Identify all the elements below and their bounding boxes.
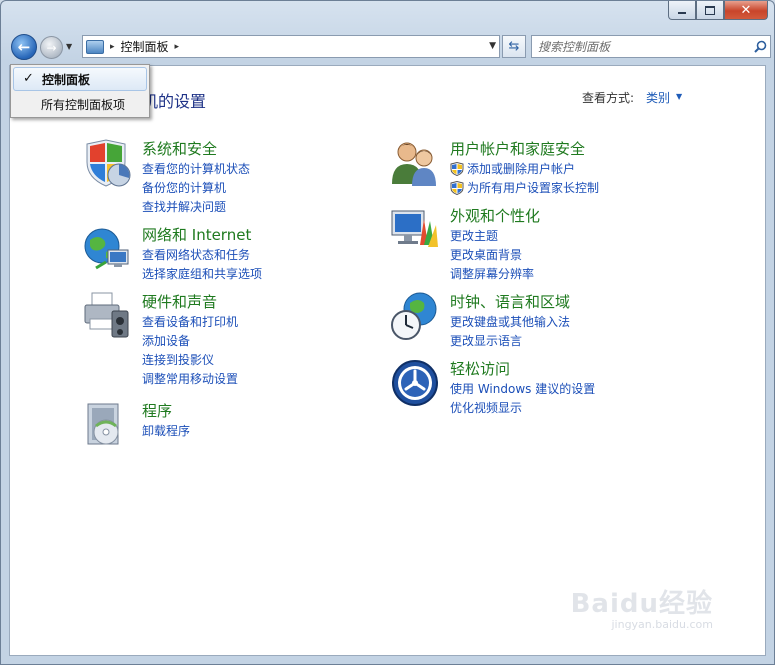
arrow-left-icon: ← bbox=[17, 38, 31, 56]
baidu-watermark: Baidu经验 jingyan.baidu.com bbox=[571, 583, 713, 631]
link-change-keyboard[interactable]: 更改键盘或其他输入法 bbox=[450, 312, 570, 331]
menu-item-label: 所有控制面板项 bbox=[41, 97, 126, 112]
link-text[interactable]: 为所有用户设置家长控制 bbox=[467, 179, 599, 196]
link-recommended-settings[interactable]: 使用 Windows 建议的设置 bbox=[450, 379, 595, 398]
control-panel-icon bbox=[86, 39, 104, 54]
link-uninstall-program[interactable]: 卸载程序 bbox=[142, 421, 190, 440]
uac-shield-icon bbox=[450, 161, 464, 176]
view-by-selector[interactable]: 类别 bbox=[646, 89, 670, 106]
category-title-programs[interactable]: 程序 bbox=[142, 400, 172, 421]
watermark-logo: Baidu经验 bbox=[570, 589, 713, 619]
link-change-display-language[interactable]: 更改显示语言 bbox=[450, 331, 570, 350]
search-box bbox=[531, 35, 771, 58]
view-by-label: 查看方式: bbox=[582, 91, 635, 105]
link-change-background[interactable]: 更改桌面背景 bbox=[450, 245, 534, 264]
link-optimize-display[interactable]: 优化视频显示 bbox=[450, 398, 595, 417]
link-adjust-resolution[interactable]: 调整屏幕分辨率 bbox=[450, 264, 534, 283]
search-input[interactable] bbox=[532, 36, 750, 57]
maximize-button[interactable] bbox=[696, 1, 724, 20]
link-backup-computer[interactable]: 备份您的计算机 bbox=[142, 178, 250, 197]
category-title-appearance[interactable]: 外观和个性化 bbox=[450, 205, 540, 226]
address-dropdown-icon[interactable]: ▼ bbox=[489, 41, 496, 51]
category-title-clock-language[interactable]: 时钟、语言和区域 bbox=[450, 291, 570, 312]
control-panel-window: ✕ ← → ▼ ▸ 控制面板 ▸ ▼ ⇆ 搜索控制面板 机的设置 查看方式: 类… bbox=[0, 0, 775, 665]
link-homegroup-sharing[interactable]: 选择家庭组和共享选项 bbox=[142, 264, 262, 283]
link-add-remove-accounts[interactable]: 添加或删除用户帐户 bbox=[450, 159, 599, 178]
security-shield-icon[interactable] bbox=[82, 138, 132, 188]
category-title-ease-of-access[interactable]: 轻松访问 bbox=[450, 358, 510, 379]
arrow-right-icon: → bbox=[46, 40, 57, 55]
link-change-theme[interactable]: 更改主题 bbox=[450, 226, 534, 245]
category-title-hardware-sound[interactable]: 硬件和声音 bbox=[142, 291, 217, 312]
uac-shield-icon bbox=[450, 180, 464, 195]
link-view-devices-printers[interactable]: 查看设备和打印机 bbox=[142, 312, 238, 331]
category-title-user-accounts[interactable]: 用户帐户和家庭安全 bbox=[450, 138, 585, 159]
link-parental-controls[interactable]: 为所有用户设置家长控制 bbox=[450, 178, 599, 197]
forward-button[interactable]: → bbox=[40, 36, 63, 59]
caption-buttons: ✕ bbox=[668, 1, 768, 21]
appearance-monitor-icon[interactable] bbox=[390, 205, 440, 255]
menu-item-control-panel[interactable]: ✓ 控制面板 bbox=[13, 67, 147, 91]
refresh-icon: ⇆ bbox=[508, 39, 520, 54]
link-connect-projector[interactable]: 连接到投影仪 bbox=[142, 350, 238, 369]
category-title-network-internet[interactable]: 网络和 Internet bbox=[142, 224, 251, 245]
network-globe-icon[interactable] bbox=[82, 224, 132, 274]
category-title-system-security[interactable]: 系统和安全 bbox=[142, 138, 217, 159]
content-pane: 机的设置 查看方式: 类别 ▼ 系统和安全 查看您的计算机状态 备份您的计算机 … bbox=[9, 65, 766, 656]
clock-globe-icon[interactable] bbox=[390, 291, 440, 341]
back-button[interactable]: ← bbox=[11, 34, 37, 60]
menu-item-label: 控制面板 bbox=[42, 72, 91, 87]
breadcrumb-control-panel[interactable]: 控制面板 bbox=[121, 38, 169, 55]
printer-icon[interactable] bbox=[82, 291, 132, 341]
link-mobility-settings[interactable]: 调整常用移动设置 bbox=[142, 369, 238, 388]
recent-pages-dropdown[interactable]: ▼ bbox=[66, 42, 76, 52]
breadcrumb-dropdown-menu: ✓ 控制面板 所有控制面板项 bbox=[10, 64, 150, 118]
breadcrumb-separator[interactable]: ▸ bbox=[175, 42, 180, 52]
ease-of-access-icon[interactable] bbox=[390, 358, 440, 408]
breadcrumb-separator[interactable]: ▸ bbox=[110, 42, 115, 52]
minimize-button[interactable] bbox=[668, 1, 696, 20]
navigation-bar: ← → ▼ ▸ 控制面板 ▸ ▼ ⇆ bbox=[9, 31, 771, 61]
view-by-dropdown-icon[interactable]: ▼ bbox=[676, 92, 682, 101]
link-add-device[interactable]: 添加设备 bbox=[142, 331, 238, 350]
search-icon[interactable] bbox=[750, 40, 770, 53]
checkmark-icon: ✓ bbox=[23, 71, 34, 86]
close-button[interactable]: ✕ bbox=[724, 1, 768, 20]
link-view-network-status[interactable]: 查看网络状态和任务 bbox=[142, 245, 262, 264]
users-icon[interactable] bbox=[390, 138, 440, 188]
chevron-down-icon: ▼ bbox=[66, 42, 73, 51]
programs-icon[interactable] bbox=[82, 400, 132, 450]
link-troubleshoot[interactable]: 查找并解决问题 bbox=[142, 197, 250, 216]
page-title: 机的设置 bbox=[142, 92, 207, 111]
address-bar[interactable]: ▸ 控制面板 ▸ ▼ bbox=[82, 35, 500, 58]
link-view-computer-status[interactable]: 查看您的计算机状态 bbox=[142, 159, 250, 178]
link-text[interactable]: 添加或删除用户帐户 bbox=[467, 160, 575, 177]
menu-item-all-items[interactable]: 所有控制面板项 bbox=[13, 92, 147, 116]
refresh-button[interactable]: ⇆ bbox=[502, 35, 526, 58]
